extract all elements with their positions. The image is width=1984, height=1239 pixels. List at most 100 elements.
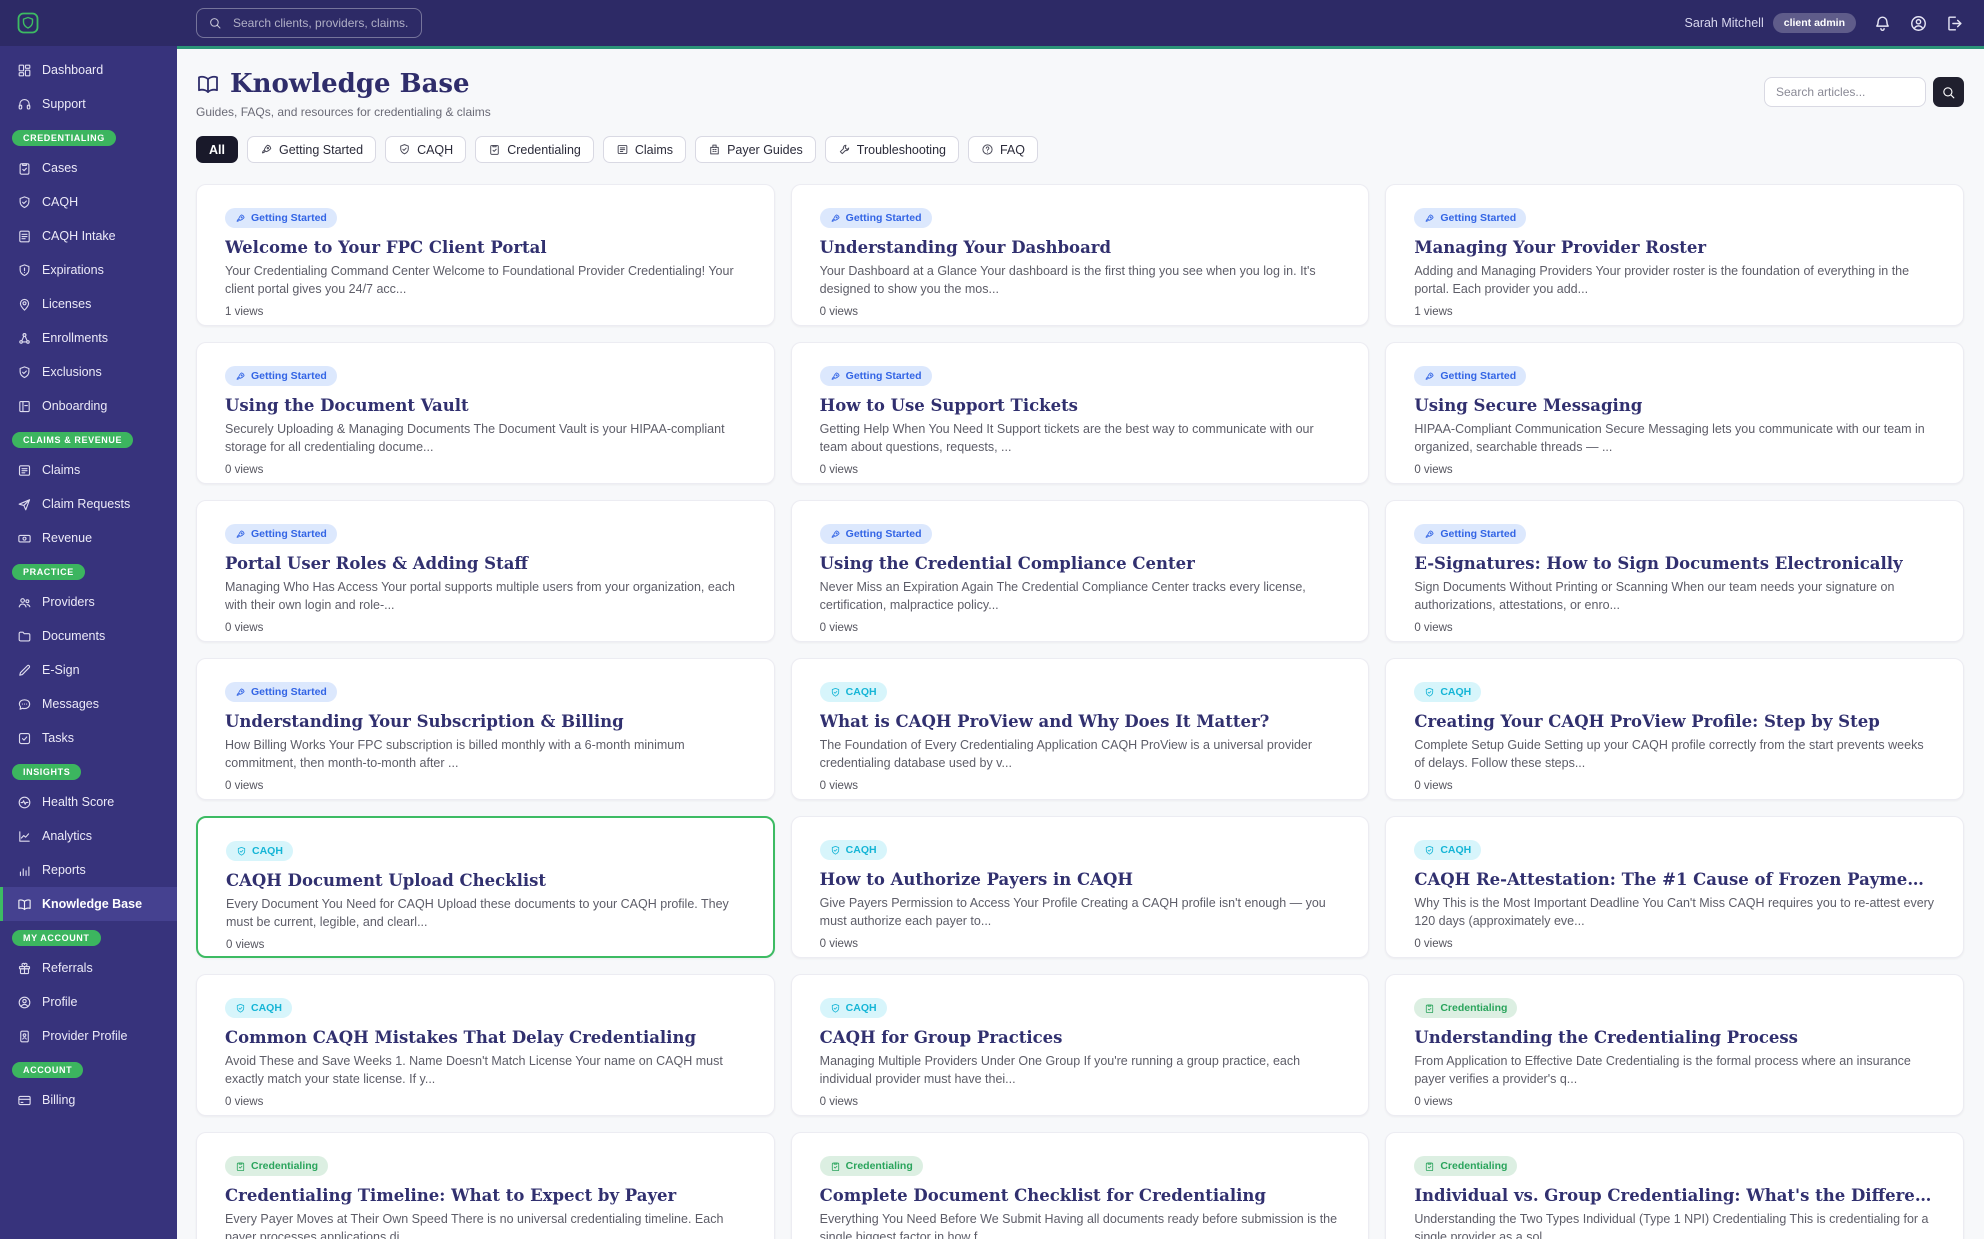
clipboard-check-icon [488,143,501,156]
article-card-caqh-for-group-practices[interactable]: CAQH CAQH for Group Practices Managing Mul… [790,974,1370,1116]
filter-chip-troubleshooting[interactable]: Troubleshooting [824,136,959,163]
sidebar-item-label: Messages [42,697,99,711]
filter-chip-getting-started[interactable]: Getting Started [246,136,377,163]
article-card-using-the-document-vault[interactable]: Getting Started Using the Document Vault S… [196,342,775,484]
sidebar-item-exclusions[interactable]: Exclusions [0,355,177,389]
sidebar-item-support[interactable]: Support [0,87,177,121]
article-card-understanding-your-dashboard[interactable]: Getting Started Understanding Your Dashbo… [790,184,1370,326]
article-card-complete-document-checklist-for-credentialing[interactable]: Credentialing Complete Document Checklist… [790,1132,1370,1239]
sidebar-item-cases[interactable]: Cases [0,151,177,185]
sidebar-item-referrals[interactable]: Referrals [0,951,177,985]
article-card-welcome-to-your-fpc-client-portal[interactable]: Getting Started Welcome to Your FPC Clien… [196,184,775,326]
sidebar-item-label: Referrals [42,961,93,975]
sidebar-item-expirations[interactable]: Expirations [0,253,177,287]
sidebar-item-dashboard[interactable]: Dashboard [0,53,177,87]
filter-chip-caqh[interactable]: CAQH [385,136,467,163]
sidebar-item-licenses[interactable]: Licenses [0,287,177,321]
article-views: 0 views [225,622,264,634]
article-card-e-signatures-how-to-sign-documents-electronically[interactable]: Getting Started E-Signatures: How to Sign… [1385,500,1964,642]
wrench-icon [838,143,851,156]
rocket-icon [1424,213,1435,224]
global-search-input[interactable] [231,15,410,31]
sidebar-item-caqh-intake[interactable]: CAQH Intake [0,219,177,253]
article-card-understanding-your-subscription-billing[interactable]: Getting Started Understanding Your Subscr… [196,658,775,800]
building-icon [708,143,721,156]
sidebar-item-reports[interactable]: Reports [0,853,177,887]
filter-chip-all[interactable]: All [196,136,238,163]
article-card-how-to-use-support-tickets[interactable]: Getting Started How to Use Support Ticket… [790,342,1370,484]
article-card-using-secure-messaging[interactable]: Getting Started Using Secure Messaging HIP… [1385,342,1964,484]
page-subtitle: Guides, FAQs, and resources for credenti… [196,105,491,119]
section-badge-account: ACCOUNT [12,1062,84,1078]
article-views: 0 views [819,622,859,634]
article-card-caqh-re-attestation-the-1-cause-of-frozen-payments[interactable]: CAQH CAQH Re-Attestation: The #1 Cause of… [1385,816,1964,958]
badge-label: CAQH [252,845,283,857]
article-search-button[interactable] [1933,77,1964,107]
sidebar-item-caqh[interactable]: CAQH [0,185,177,219]
sidebar-item-claims[interactable]: Claims [0,453,177,487]
sidebar-item-knowledge-base[interactable]: Knowledge Base [0,887,177,921]
filter-chip-faq[interactable]: FAQ [967,136,1038,163]
article-card-understanding-the-credentialing-process[interactable]: Credentialing Understanding the Credentia… [1385,974,1964,1116]
filter-chip-claims[interactable]: Claims [602,136,687,163]
sidebar-item-billing[interactable]: Billing [0,1083,177,1117]
article-description: Your Dashboard at a Glance Your dashboar… [819,263,1316,297]
chip-label: Claims [634,142,674,157]
sidebar-item-messages[interactable]: Messages [0,687,177,721]
badge-label: CAQH [845,1002,877,1014]
article-search-input[interactable] [1764,77,1926,107]
article-title: Managing Your Provider Roster [1414,237,1707,257]
chip-label: All [209,142,225,157]
sidebar-item-providers[interactable]: Providers [0,585,177,619]
sidebar-item-label: Providers [42,595,95,609]
chip-label: FAQ [999,142,1025,157]
article-title: CAQH Document Upload Checklist [226,870,547,890]
sidebar-item-claim-requests[interactable]: Claim Requests [0,487,177,521]
article-description: Your Credentialing Command Center Welcom… [225,263,734,297]
article-card-what-is-caqh-proview-and-why-does-it-matter[interactable]: CAQH What is CAQH ProView and Why Does It… [790,658,1370,800]
avatar-icon[interactable] [1909,14,1928,33]
sidebar-item-label: Tasks [42,731,74,745]
category-filter-bar: All Getting Started CAQH Credentialing Claim… [196,136,1964,163]
category-badge: CAQH [819,682,887,702]
sidebar-item-health-score[interactable]: Health Score [0,785,177,819]
sidebar-item-tasks[interactable]: Tasks [0,721,177,755]
category-badge: Getting Started [225,208,337,228]
filter-chip-payer-guides[interactable]: Payer Guides [695,136,816,163]
book-open-icon [17,897,32,912]
sidebar-item-documents[interactable]: Documents [0,619,177,653]
folder-icon [17,629,32,644]
category-badge: Credentialing [1414,998,1518,1018]
sidebar-item-analytics[interactable]: Analytics [0,819,177,853]
bell-icon[interactable] [1873,14,1892,33]
article-title: Using the Document Vault [225,395,469,415]
shield-check-icon [235,1003,246,1014]
sidebar-item-provider-profile[interactable]: Provider Profile [0,1019,177,1053]
category-badge: Credentialing [1414,1156,1518,1176]
badge-label: CAQH [845,844,877,856]
network-icon [17,331,32,346]
article-description: Give Payers Permission to Access Your Pr… [819,895,1326,929]
sidebar-item-profile[interactable]: Profile [0,985,177,1019]
user-circle-icon [17,995,32,1010]
article-card-managing-your-provider-roster[interactable]: Getting Started Managing Your Provider Ro… [1385,184,1964,326]
sidebar-item-label: Documents [42,629,106,643]
article-card-caqh-document-upload-checklist[interactable]: CAQH CAQH Document Upload Checklist Every … [196,816,775,958]
article-card-common-caqh-mistakes-that-delay-credentialing[interactable]: CAQH Common CAQH Mistakes That Delay Cred… [196,974,775,1116]
rocket-icon [235,371,246,382]
article-card-individual-vs-group-credentialing-what-s-the-difference[interactable]: Credentialing Individual vs. Group Creden… [1385,1132,1964,1239]
sidebar-item-onboarding[interactable]: Onboarding [0,389,177,423]
article-title: Credentialing Timeline: What to Expect b… [225,1185,677,1205]
sidebar-item-e-sign[interactable]: E-Sign [0,653,177,687]
article-card-creating-your-caqh-proview-profile-step-by-step[interactable]: CAQH Creating Your CAQH ProView Profile: … [1385,658,1964,800]
article-card-portal-user-roles-adding-staff[interactable]: Getting Started Portal User Roles & Addin… [196,500,775,642]
sidebar-item-enrollments[interactable]: Enrollments [0,321,177,355]
topbar-user-area: Sarah Mitchell client admin [1685,13,1984,33]
page-title: Knowledge Base [196,69,491,99]
article-card-how-to-authorize-payers-in-caqh[interactable]: CAQH How to Authorize Payers in CAQH Give … [790,816,1370,958]
sidebar-item-revenue[interactable]: Revenue [0,521,177,555]
article-card-credentialing-timeline-what-to-expect-by-payer[interactable]: Credentialing Credentialing Timeline: Wha… [196,1132,775,1239]
logout-icon[interactable] [1945,14,1964,33]
filter-chip-credentialing[interactable]: Credentialing [475,136,594,163]
article-card-using-the-credential-compliance-center[interactable]: Getting Started Using the Credential Comp… [790,500,1370,642]
